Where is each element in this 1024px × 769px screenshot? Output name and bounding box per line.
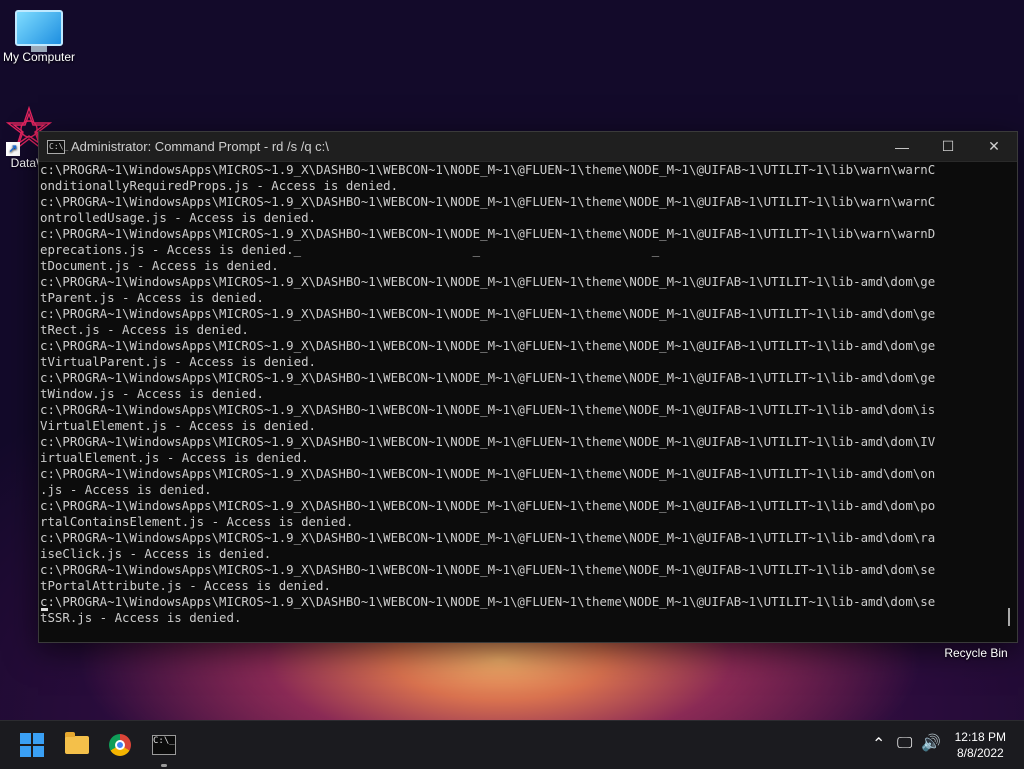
clock-time: 12:18 PM [954,730,1006,744]
minimize-icon: — [895,138,909,155]
scrollbar-thumb[interactable] [1008,608,1010,626]
scrollbar[interactable] [1000,162,1017,640]
start-button[interactable] [16,729,48,761]
computer-icon [15,10,63,52]
console-line: c:\PROGRA~1\WindowsApps\MICROS~1.9_X\DAS… [40,338,936,353]
console-line: tParent.js - Access is denied. [40,290,264,305]
close-icon: ✕ [988,138,1000,154]
close-button[interactable]: ✕ [971,132,1017,161]
desktop-icon-my-computer[interactable]: My Computer [0,10,78,64]
console-line: c:\PROGRA~1\WindowsApps\MICROS~1.9_X\DAS… [40,162,936,177]
console-line: c:\PROGRA~1\WindowsApps\MICROS~1.9_X\DAS… [40,466,936,481]
console-line: c:\PROGRA~1\WindowsApps\MICROS~1.9_X\DAS… [40,562,936,577]
console-line: c:\PROGRA~1\WindowsApps\MICROS~1.9_X\DAS… [40,194,936,209]
console-line: c:\PROGRA~1\WindowsApps\MICROS~1.9_X\DAS… [40,274,936,289]
console-line: tRect.js - Access is denied. [40,322,249,337]
console-line: tPortalAttribute.js - Access is denied. [40,578,331,593]
console-line: iseClick.js - Access is denied. [40,546,272,561]
command-prompt-window[interactable]: C:\_ Administrator: Command Prompt - rd … [38,131,1018,643]
console-line: tSSR.js - Access is denied. [40,610,242,625]
console-line: rtalContainsElement.js - Access is denie… [40,514,354,529]
cmd-app-icon: C:\_ [47,139,68,154]
recycle-bin-label[interactable]: Recycle Bin [936,646,1016,660]
active-indicator [161,764,167,767]
console-line: c:\PROGRA~1\WindowsApps\MICROS~1.9_X\DAS… [40,370,936,385]
console-line: c:\PROGRA~1\WindowsApps\MICROS~1.9_X\DAS… [40,226,936,241]
console-line: tVirtualParent.js - Access is denied. [40,354,317,369]
chrome-button[interactable] [104,729,136,761]
chrome-icon [109,734,131,756]
clock-date: 8/8/2022 [956,746,1004,760]
taskbar: C:\_ ⌃ 🖵 🔊 12:18 PM 8/8/2022 [0,720,1024,769]
window-titlebar[interactable]: C:\_ Administrator: Command Prompt - rd … [39,132,1017,162]
console-output[interactable]: c:\PROGRA~1\WindowsApps\MICROS~1.9_X\DAS… [39,162,1000,640]
console-line: eprecations.js - Access is denied._ _ _ [40,242,660,257]
minimize-button[interactable]: — [879,132,925,161]
console-line: c:\PROGRA~1\WindowsApps\MICROS~1.9_X\DAS… [40,498,936,513]
show-hidden-icons-chevron-icon[interactable]: ⌃ [872,736,885,754]
console-line: c:\PROGRA~1\WindowsApps\MICROS~1.9_X\DAS… [40,434,936,449]
maximize-icon: ☐ [941,138,955,154]
folder-icon [65,732,89,754]
clock[interactable]: 12:18 PM 8/8/2022 [955,729,1006,761]
console-line: tDocument.js - Access is denied. [40,258,279,273]
console-line: c:\PROGRA~1\WindowsApps\MICROS~1.9_X\DAS… [40,594,936,609]
console-line: .js - Access is denied. [40,482,212,497]
desktop-icon-label: My Computer [2,50,76,64]
file-explorer-button[interactable] [61,729,93,761]
console-line: c:\PROGRA~1\WindowsApps\MICROS~1.9_X\DAS… [40,530,936,545]
maximize-button[interactable]: ☐ [925,132,971,161]
console-line: VirtualElement.js - Access is denied. [40,418,317,433]
shortcut-arrow-icon: ↗ [6,142,20,156]
text-cursor [41,608,48,611]
command-prompt-taskbar-button[interactable]: C:\_ [148,729,180,767]
cmd-icon: C:\_ [152,735,176,755]
volume-icon[interactable]: 🔊 [921,735,941,753]
console-line: onditionallyRequiredProps.js - Access is… [40,178,399,193]
window-title: Administrator: Command Prompt - rd /s /q… [71,139,329,154]
windows-logo-icon [20,733,44,757]
console-line: irtualElement.js - Access is denied. [40,450,309,465]
console-line: c:\PROGRA~1\WindowsApps\MICROS~1.9_X\DAS… [40,306,936,321]
network-icon[interactable]: 🖵 [897,735,912,753]
console-line: tWindow.js - Access is denied. [40,386,264,401]
console-line: c:\PROGRA~1\WindowsApps\MICROS~1.9_X\DAS… [40,402,936,417]
console-line: ontrolledUsage.js - Access is denied. [40,210,317,225]
